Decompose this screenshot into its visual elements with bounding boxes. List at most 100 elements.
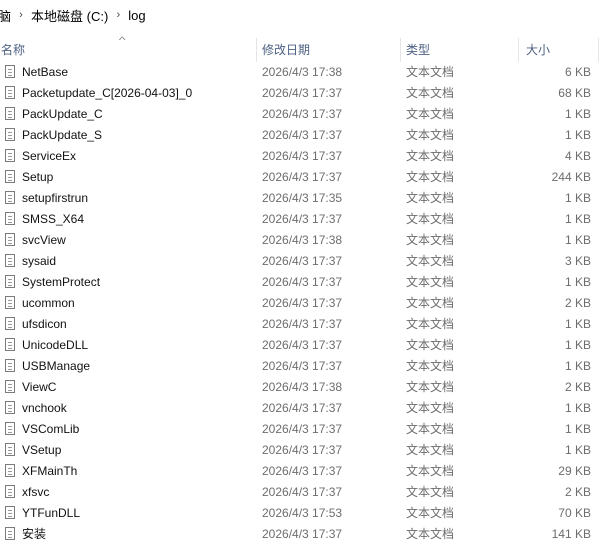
file-name: vnchook: [22, 401, 67, 415]
column-header: ^ 名称 修改日期 类型 大小: [0, 35, 602, 62]
file-date: 2026/4/3 17:35: [262, 191, 343, 205]
file-name: SystemProtect: [22, 275, 101, 289]
file-row[interactable]: NetBase 2026/4/3 17:38 文本文档 6 KB: [0, 62, 602, 83]
file-type: 文本文档: [406, 506, 455, 520]
breadcrumb: 脑 › 本地磁盘 (C:) › log: [0, 0, 602, 30]
file-type: 文本文档: [406, 86, 455, 100]
file-type: 文本文档: [406, 128, 455, 142]
file-row[interactable]: ViewC 2026/4/3 17:38 文本文档 2 KB: [0, 377, 602, 398]
file-row[interactable]: XFMainTh 2026/4/3 17:37 文本文档 29 KB: [0, 461, 602, 482]
file-row[interactable]: sysaid 2026/4/3 17:37 文本文档 3 KB: [0, 251, 602, 272]
file-type: 文本文档: [406, 233, 455, 247]
file-date: 2026/4/3 17:38: [262, 233, 343, 247]
file-row[interactable]: ufsdicon 2026/4/3 17:37 文本文档 1 KB: [0, 314, 602, 335]
file-date: 2026/4/3 17:37: [262, 254, 343, 268]
file-size: 2 KB: [564, 296, 591, 310]
file-type: 文本文档: [406, 191, 455, 205]
text-file-icon: [5, 317, 15, 330]
file-type: 文本文档: [406, 107, 455, 121]
file-date: 2026/4/3 17:37: [262, 422, 343, 436]
column-header-size[interactable]: 大小: [526, 42, 550, 58]
text-file-icon: [5, 107, 15, 120]
file-date: 2026/4/3 17:37: [262, 317, 343, 331]
file-date: 2026/4/3 17:37: [262, 527, 343, 541]
text-file-icon: [5, 422, 15, 435]
breadcrumb-chevron-icon[interactable]: ›: [11, 9, 31, 21]
file-date: 2026/4/3 17:37: [262, 107, 343, 121]
file-type: 文本文档: [406, 212, 455, 226]
text-file-icon: [5, 275, 15, 288]
file-type: 文本文档: [406, 170, 455, 184]
file-name: ufsdicon: [22, 317, 67, 331]
text-file-icon: [5, 464, 15, 477]
file-row[interactable]: ServiceEx 2026/4/3 17:37 文本文档 4 KB: [0, 146, 602, 167]
file-date: 2026/4/3 17:38: [262, 380, 343, 394]
column-header-type[interactable]: 类型: [406, 42, 430, 58]
file-type: 文本文档: [406, 485, 455, 499]
file-name: SMSS_X64: [22, 212, 85, 226]
file-row[interactable]: ucommon 2026/4/3 17:37 文本文档 2 KB: [0, 293, 602, 314]
file-date: 2026/4/3 17:37: [262, 212, 343, 226]
file-list: NetBase 2026/4/3 17:38 文本文档 6 KB Packetu…: [0, 62, 602, 545]
text-file-icon: [5, 485, 15, 498]
file-row[interactable]: Setup 2026/4/3 17:37 文本文档 244 KB: [0, 167, 602, 188]
file-name: ViewC: [22, 380, 57, 394]
file-row[interactable]: setupfirstrun 2026/4/3 17:35 文本文档 1 KB: [0, 188, 602, 209]
text-file-icon: [5, 443, 15, 456]
file-row[interactable]: PackUpdate_C 2026/4/3 17:37 文本文档 1 KB: [0, 104, 602, 125]
file-row[interactable]: PackUpdate_S 2026/4/3 17:37 文本文档 1 KB: [0, 125, 602, 146]
column-resize-handle[interactable]: [598, 38, 599, 62]
text-file-icon: [5, 233, 15, 246]
text-file-icon: [5, 359, 15, 372]
column-resize-handle[interactable]: [518, 38, 519, 62]
file-size: 70 KB: [558, 506, 591, 520]
file-row[interactable]: xfsvc 2026/4/3 17:37 文本文档 2 KB: [0, 482, 602, 503]
file-row[interactable]: VSComLib 2026/4/3 17:37 文本文档 1 KB: [0, 419, 602, 440]
file-type: 文本文档: [406, 317, 455, 331]
file-row[interactable]: vnchook 2026/4/3 17:37 文本文档 1 KB: [0, 398, 602, 419]
breadcrumb-item-drive[interactable]: 本地磁盘 (C:): [31, 6, 108, 25]
file-size: 2 KB: [564, 380, 591, 394]
text-file-icon: [5, 401, 15, 414]
file-row[interactable]: UnicodeDLL 2026/4/3 17:37 文本文档 1 KB: [0, 335, 602, 356]
file-name: 安装: [22, 527, 47, 541]
file-name: ucommon: [22, 296, 75, 310]
file-row[interactable]: SystemProtect 2026/4/3 17:37 文本文档 1 KB: [0, 272, 602, 293]
file-row[interactable]: Packetupdate_C[2026-04-03]_0 2026/4/3 17…: [0, 83, 602, 104]
column-resize-handle[interactable]: [400, 38, 401, 62]
file-row[interactable]: SMSS_X64 2026/4/3 17:37 文本文档 1 KB: [0, 209, 602, 230]
column-header-name[interactable]: 名称: [1, 42, 25, 58]
file-type: 文本文档: [406, 380, 455, 394]
text-file-icon: [5, 296, 15, 309]
file-size: 29 KB: [558, 464, 591, 478]
file-size: 2 KB: [564, 485, 591, 499]
file-type: 文本文档: [406, 254, 455, 268]
breadcrumb-item-computer[interactable]: 脑: [0, 6, 11, 25]
file-row[interactable]: 安装 2026/4/3 17:37 文本文档 141 KB: [0, 524, 602, 545]
breadcrumb-item-folder[interactable]: log: [128, 8, 145, 23]
file-size: 1 KB: [564, 401, 591, 415]
file-row[interactable]: VSetup 2026/4/3 17:37 文本文档 1 KB: [0, 440, 602, 461]
sort-ascending-icon: ^: [118, 35, 126, 45]
file-date: 2026/4/3 17:37: [262, 443, 343, 457]
file-date: 2026/4/3 17:37: [262, 464, 343, 478]
column-header-date[interactable]: 修改日期: [262, 42, 310, 58]
file-name: setupfirstrun: [22, 191, 89, 205]
file-name: YTFunDLL: [22, 506, 81, 520]
file-row[interactable]: YTFunDLL 2026/4/3 17:53 文本文档 70 KB: [0, 503, 602, 524]
file-name: VSetup: [22, 443, 62, 457]
text-file-icon: [5, 338, 15, 351]
text-file-icon: [5, 170, 15, 183]
file-size: 1 KB: [564, 359, 591, 373]
file-date: 2026/4/3 17:37: [262, 128, 343, 142]
file-name: ServiceEx: [22, 149, 77, 163]
column-resize-handle[interactable]: [256, 38, 257, 62]
file-row[interactable]: svcView 2026/4/3 17:38 文本文档 1 KB: [0, 230, 602, 251]
text-file-icon: [5, 254, 15, 267]
breadcrumb-chevron-icon[interactable]: ›: [108, 9, 128, 21]
file-size: 1 KB: [564, 128, 591, 142]
text-file-icon: [5, 65, 15, 78]
file-date: 2026/4/3 17:37: [262, 86, 343, 100]
file-name: NetBase: [22, 65, 69, 79]
file-row[interactable]: USBManage 2026/4/3 17:37 文本文档 1 KB: [0, 356, 602, 377]
